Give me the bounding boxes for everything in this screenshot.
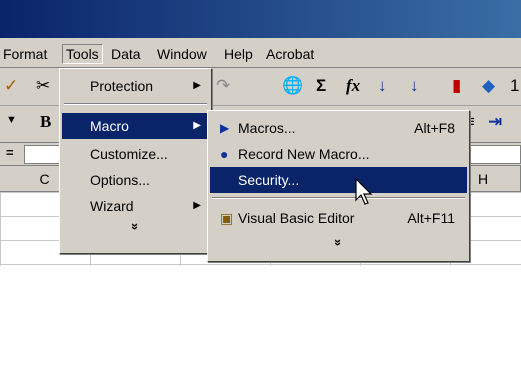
menu-item-shortcut: Alt+F8 (414, 120, 455, 136)
sort-descending-icon[interactable]: ↓ (410, 76, 419, 96)
menu-data[interactable]: Data (108, 44, 144, 64)
menu-item-shortcut: Alt+F11 (407, 210, 455, 226)
menu-item-label: Record New Macro... (238, 146, 370, 162)
function-icon[interactable]: fx (346, 76, 360, 96)
submenu-arrow-icon: ▶ (193, 120, 201, 131)
mouse-cursor-icon (355, 178, 373, 205)
bold-icon[interactable]: B (40, 112, 51, 132)
submenu-arrow-icon: ▶ (193, 80, 201, 91)
spelling-icon[interactable]: ✓ (4, 76, 18, 96)
title-bar (0, 0, 521, 38)
menu-window[interactable]: Window (154, 44, 210, 64)
tools-menu: Protection ▶ Macro ▶ Customize... Option… (59, 68, 212, 254)
menu-acrobat[interactable]: Acrobat (263, 44, 317, 64)
menu-item-macro[interactable]: Macro ▶ (62, 113, 209, 139)
indent-icon[interactable]: ⇥ (488, 112, 502, 132)
menu-tools[interactable]: Tools (62, 44, 103, 64)
cut-icon[interactable]: ✂ (36, 76, 50, 96)
equals-icon[interactable]: = (6, 145, 14, 160)
autosum-icon[interactable]: Σ (316, 76, 326, 96)
menu-item-label: Macro (90, 118, 129, 134)
record-icon: ● (220, 146, 229, 162)
chart-wizard-icon[interactable]: ▮ (452, 76, 461, 96)
redo-icon[interactable]: ↷ (216, 76, 230, 96)
sort-ascending-icon[interactable]: ↓ (378, 76, 387, 96)
menu-separator (64, 103, 207, 105)
submenu-arrow-icon: ▶ (193, 200, 201, 211)
drawing-icon[interactable]: ◆ (482, 76, 495, 96)
play-icon: ▶ (220, 121, 230, 135)
hyperlink-icon[interactable]: 🌐 (282, 76, 303, 96)
menu-bar: Format Tools Data Window Help Acrobat (0, 38, 521, 68)
menu-item-label: Protection (90, 78, 154, 94)
expand-menu-icon[interactable]: » (331, 112, 346, 373)
menu-item-label: Security... (238, 172, 300, 188)
menu-help[interactable]: Help (221, 44, 256, 64)
zoom-value[interactable]: 1 (510, 76, 519, 96)
menu-item-protection[interactable]: Protection ▶ (62, 73, 209, 99)
vb-editor-icon: ▣ (220, 210, 234, 226)
menu-format[interactable]: Format (0, 44, 50, 64)
font-dropdown-icon[interactable]: ▼ (6, 114, 17, 126)
expand-menu-icon[interactable]: » (128, 151, 143, 302)
menu-item-label: Macros... (238, 120, 296, 136)
macro-submenu: ▶ Macros... Alt+F8 ● Record New Macro...… (207, 110, 470, 262)
